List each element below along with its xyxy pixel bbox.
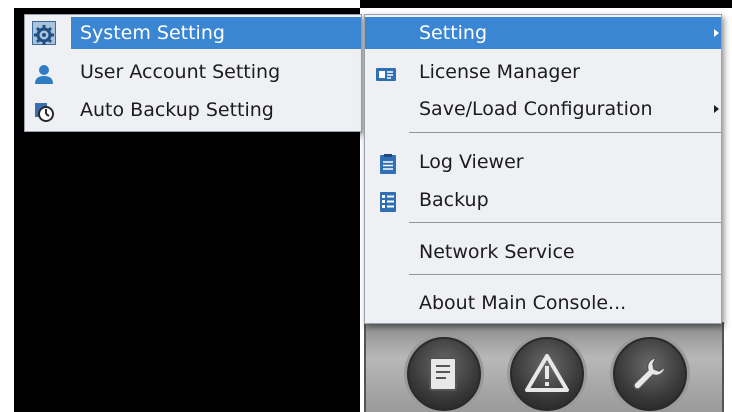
menu-item-label: About Main Console... — [419, 292, 627, 314]
submenu-arrow-icon — [714, 105, 719, 113]
submenu-arrow-icon — [714, 29, 719, 37]
menu-item-label: System Setting — [80, 22, 225, 44]
menu-item-setting[interactable]: Setting — [365, 15, 721, 51]
menu-item-about-main-console[interactable]: About Main Console... — [365, 285, 721, 321]
menu-item-license-manager[interactable]: License Manager — [365, 54, 721, 90]
menu-item-save-load-configuration[interactable]: Save/Load Configuration — [365, 91, 721, 127]
backup-clock-icon — [33, 99, 55, 122]
console-toolbar — [364, 322, 724, 412]
document-icon — [429, 357, 457, 391]
wrench-icon — [633, 357, 666, 390]
menu-item-label: User Account Setting — [80, 61, 281, 83]
menu-separator — [409, 132, 721, 133]
menu-item-user-account-setting[interactable]: User Account Setting — [25, 54, 361, 90]
document-button[interactable] — [404, 334, 484, 412]
menu-item-auto-backup-setting[interactable]: Auto Backup Setting — [25, 92, 361, 128]
main-context-menu: Setting License Manager Save/Load Config… — [364, 14, 722, 324]
menu-item-backup[interactable]: Backup — [365, 182, 721, 218]
menu-item-label: Auto Backup Setting — [80, 99, 274, 121]
backup-list-icon — [377, 189, 399, 212]
user-icon — [33, 61, 55, 84]
menu-item-system-setting[interactable]: System Setting — [25, 15, 361, 51]
menu-item-label: Setting — [419, 22, 488, 44]
clipboard-icon — [377, 151, 399, 174]
menu-item-label: Backup — [419, 189, 489, 211]
gear-icon — [32, 21, 56, 45]
menu-item-network-service[interactable]: Network Service — [365, 234, 721, 270]
menu-item-label: Network Service — [419, 241, 575, 263]
console-background-top — [360, 0, 732, 8]
menu-separator — [409, 274, 721, 275]
warning-icon — [525, 354, 569, 392]
menu-separator — [409, 222, 721, 223]
license-card-icon — [375, 61, 397, 83]
system-submenu: System Setting User Account Setting Auto… — [24, 14, 362, 132]
menu-item-label: License Manager — [419, 61, 580, 83]
wrench-button[interactable] — [610, 334, 690, 412]
warning-button[interactable] — [507, 334, 587, 412]
menu-item-log-viewer[interactable]: Log Viewer — [365, 144, 721, 180]
menu-item-label: Log Viewer — [419, 151, 524, 173]
menu-item-label: Save/Load Configuration — [419, 98, 653, 120]
screen: System Setting User Account Setting Auto… — [0, 0, 732, 412]
